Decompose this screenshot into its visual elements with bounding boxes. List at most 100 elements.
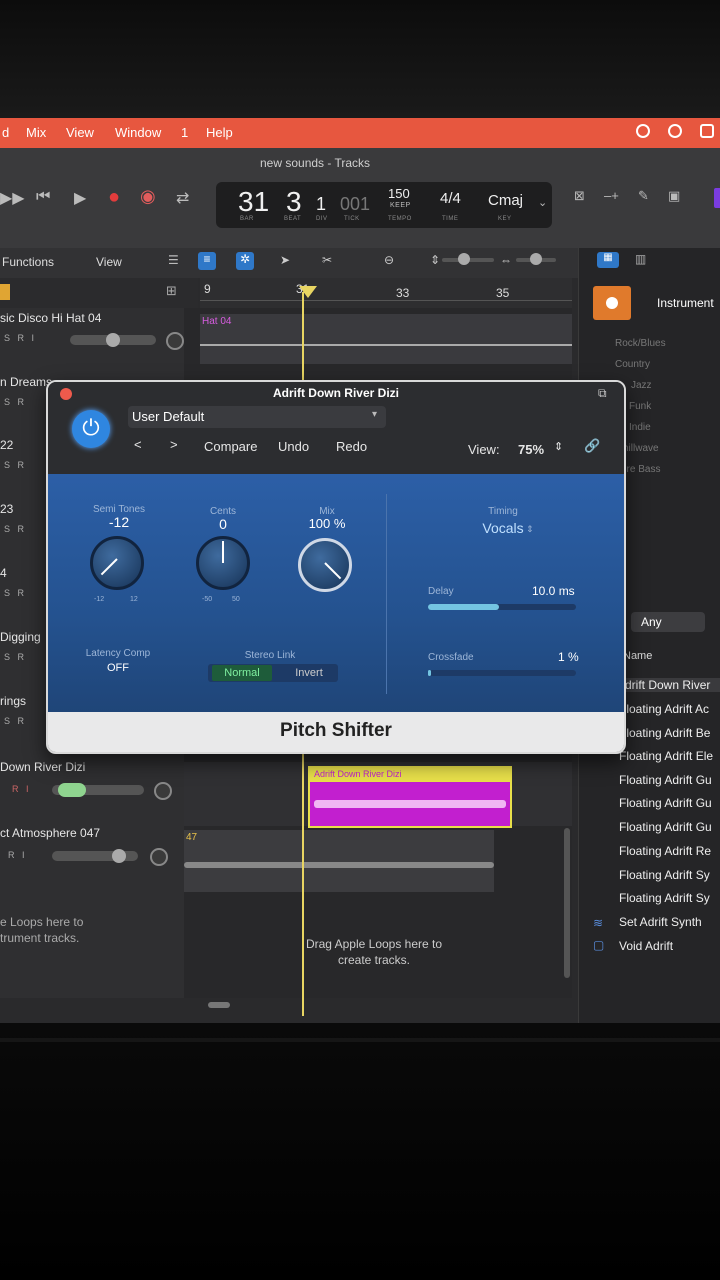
category[interactable]: ure Bass <box>621 464 660 475</box>
solo-record-buttons[interactable]: S R <box>4 524 24 534</box>
scissors-tool-icon[interactable]: ✂ <box>322 253 332 267</box>
library-toggle-icon[interactable] <box>714 188 720 208</box>
menu-mix[interactable]: Mix <box>26 125 46 140</box>
chevron-down-icon[interactable]: ⌄ <box>538 196 547 209</box>
latency-toggle[interactable]: OFF <box>76 662 160 674</box>
cents-knob[interactable] <box>196 536 250 590</box>
play-status-icon[interactable] <box>668 124 682 138</box>
timeline-ruler[interactable]: 9 31 33 35 <box>200 278 572 309</box>
solo-record-buttons[interactable]: S R <box>4 460 24 470</box>
lcd-key[interactable]: Cmaj <box>488 192 523 209</box>
zoom-out-icon[interactable]: ⊖ <box>384 253 394 267</box>
library-item[interactable]: Floating Adrift Re <box>619 844 711 858</box>
power-icon[interactable]: ⏻ <box>72 410 110 448</box>
fast-forward-icon[interactable]: ▶▶ <box>0 188 25 208</box>
track-name[interactable]: ct Atmosphere 047 <box>0 826 100 840</box>
pan-knob[interactable] <box>166 332 184 350</box>
volume-knob[interactable] <box>106 333 120 347</box>
previous-preset-icon[interactable]: < <box>134 437 142 452</box>
playhead-handle-icon[interactable] <box>299 286 317 298</box>
snap-icon[interactable]: ✲ <box>236 252 254 270</box>
library-item[interactable]: Floating Adrift Gu <box>619 773 712 787</box>
horizontal-zoom-knob[interactable] <box>530 253 542 265</box>
mix-knob[interactable] <box>298 538 352 592</box>
stepper-icon[interactable]: ⇕ <box>526 524 534 535</box>
link-icon[interactable]: 🔗 <box>584 438 600 454</box>
view-menu[interactable]: View <box>96 255 122 269</box>
track-name[interactable]: sic Disco Hi Hat 04 <box>0 311 101 325</box>
library-item[interactable]: Floating Adrift Gu <box>619 820 712 834</box>
library-item[interactable]: Floating Adrift Sy <box>619 891 710 905</box>
library-item[interactable]: Floating Adrift Be <box>619 726 710 740</box>
horizontal-zoom-icon[interactable]: ⇔ <box>500 253 512 267</box>
track-name[interactable]: 4 <box>0 566 7 580</box>
track-name[interactable]: rings <box>0 694 26 708</box>
category[interactable]: Rock/Blues <box>615 338 666 349</box>
solo-record-buttons[interactable]: S R <box>4 716 24 726</box>
instrument-icon[interactable] <box>593 286 631 320</box>
volume-knob[interactable] <box>112 849 126 863</box>
semitones-knob[interactable] <box>90 536 144 590</box>
notepad-icon[interactable]: ▣ <box>668 188 680 204</box>
battery-icon[interactable] <box>700 124 714 138</box>
library-item[interactable]: Floating Adrift Gu <box>619 796 712 810</box>
library-item[interactable]: Floating Adrift Sy <box>619 868 710 882</box>
stereo-normal-button[interactable]: Normal <box>212 665 272 681</box>
category[interactable]: Funk <box>629 401 651 412</box>
view-zoom-select[interactable]: 75% <box>518 442 544 457</box>
solo-record-buttons[interactable]: S R <box>4 652 24 662</box>
browser-icon[interactable]: ▦ <box>597 252 619 268</box>
loops-icon[interactable]: ▥ <box>635 252 646 266</box>
menu-window[interactable]: Window <box>115 125 161 140</box>
menu-help[interactable]: Help <box>206 125 233 140</box>
preset-dropdown[interactable]: User Default ▾ <box>128 406 386 428</box>
library-item[interactable]: Floating Adrift Ele <box>619 749 713 763</box>
resize-icon[interactable]: ⧉ <box>598 386 607 401</box>
add-track-icon[interactable]: ⊞ <box>166 283 177 299</box>
library-item[interactable]: Adrift Down River <box>617 678 720 692</box>
compare-button[interactable]: Compare <box>204 439 257 454</box>
menu-item[interactable]: d <box>2 125 9 140</box>
clock-icon[interactable] <box>636 124 650 138</box>
crossfade-slider[interactable] <box>428 670 576 676</box>
stereo-link-switch[interactable]: Normal Invert <box>208 664 338 682</box>
solo-record-buttons[interactable]: S R <box>4 397 24 407</box>
lcd-tempo[interactable]: 150 <box>388 186 410 201</box>
library-item[interactable]: Set Adrift Synth <box>619 915 702 929</box>
metronome-icon[interactable]: –+ <box>604 188 619 203</box>
redo-button[interactable]: Redo <box>336 439 367 454</box>
vertical-zoom-icon[interactable]: ⇕ <box>430 253 440 267</box>
next-preset-icon[interactable]: > <box>170 437 178 452</box>
track-name[interactable]: n Dreams <box>0 375 52 389</box>
name-column-header[interactable]: Name <box>623 650 652 662</box>
lcd-display[interactable]: 31 3 1 001 150 KEEP 4/4 Cmaj ⌄ BAR BEAT … <box>216 182 552 228</box>
category[interactable]: Country <box>615 359 650 370</box>
track-name[interactable]: 23 <box>0 502 13 516</box>
solo-record-buttons[interactable]: S R <box>4 588 24 598</box>
cycle-icon[interactable]: ⇄ <box>176 188 189 208</box>
functions-menu[interactable]: Functions <box>2 255 54 269</box>
library-item[interactable]: Floating Adrift Ac <box>619 702 709 716</box>
stepper-icon[interactable]: ⇕ <box>554 440 563 453</box>
menu-1[interactable]: 1 <box>181 125 188 140</box>
track-name[interactable]: Down River Dizi <box>0 760 85 774</box>
record-enable-buttons[interactable]: R I <box>8 850 25 860</box>
library-item[interactable]: Void Adrift <box>619 939 673 953</box>
record-enable-buttons[interactable]: R I <box>12 784 29 794</box>
vertical-scrollbar[interactable] <box>564 828 570 978</box>
vertical-zoom-knob[interactable] <box>458 253 470 265</box>
list-view-icon[interactable]: ☰ <box>168 253 179 267</box>
delay-slider[interactable] <box>428 604 576 610</box>
lcd-time-signature[interactable]: 4/4 <box>440 190 461 207</box>
record-icon[interactable]: ● <box>108 186 120 209</box>
pan-knob[interactable] <box>154 782 172 800</box>
rewind-to-start-icon[interactable]: ⏮ <box>36 188 50 206</box>
region-dizi[interactable]: Adrift Down River Dizi <box>308 766 512 828</box>
category[interactable]: Indie <box>629 422 651 433</box>
pointer-tool-icon[interactable]: ➤ <box>280 253 290 267</box>
track-name[interactable]: Digging <box>0 630 41 644</box>
pan-knob[interactable] <box>150 848 168 866</box>
replace-record-icon[interactable]: ◉ <box>140 186 156 207</box>
category[interactable]: Jazz <box>631 380 652 391</box>
volume-knob[interactable] <box>58 783 86 797</box>
